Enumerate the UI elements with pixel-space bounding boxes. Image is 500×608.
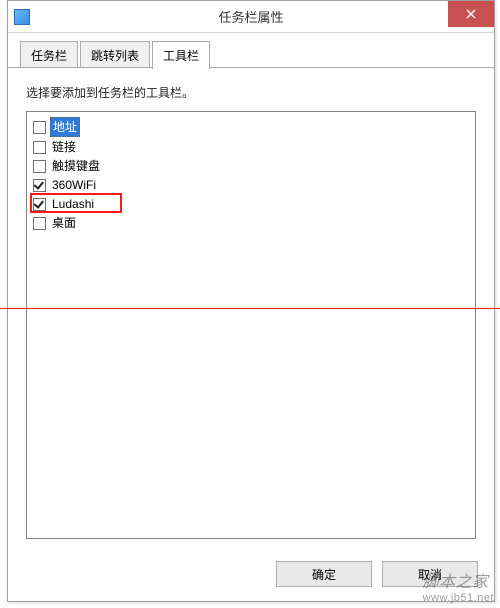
tab-jumplists[interactable]: 跳转列表 [80, 41, 150, 68]
toolbar-listbox[interactable]: 地址 链接 触摸键盘 360WiFi Ludashi [26, 111, 476, 539]
item-label[interactable]: 360WiFi [50, 176, 98, 194]
instruction-text: 选择要添加到任务栏的工具栏。 [26, 84, 476, 101]
tab-toolbars[interactable]: 工具栏 [152, 41, 210, 69]
window-title: 任务栏属性 [8, 7, 494, 26]
checkbox-touch-keyboard[interactable] [33, 160, 46, 173]
item-label[interactable]: Ludashi [50, 195, 96, 213]
close-icon [466, 9, 476, 19]
item-label[interactable]: 链接 [50, 138, 78, 156]
list-item: Ludashi [33, 195, 469, 213]
checkbox-ludashi[interactable] [33, 198, 46, 211]
list-item: 360WiFi [33, 176, 469, 194]
tabpage-toolbars: 选择要添加到任务栏的工具栏。 地址 链接 触摸键盘 360WiFi [8, 68, 494, 551]
item-label[interactable]: 触摸键盘 [50, 157, 102, 175]
list-item: 触摸键盘 [33, 157, 469, 175]
cancel-button[interactable]: 取消 [382, 561, 478, 587]
item-label[interactable]: 地址 [50, 117, 80, 137]
list-item: 桌面 [33, 214, 469, 232]
tab-strip: 任务栏 跳转列表 工具栏 [8, 33, 494, 68]
dialog-buttons: 确定 取消 [8, 551, 494, 601]
list-item: 链接 [33, 138, 469, 156]
checkbox-address[interactable] [33, 121, 46, 134]
ok-button[interactable]: 确定 [276, 561, 372, 587]
checkbox-links[interactable] [33, 141, 46, 154]
taskbar-properties-window: 任务栏属性 任务栏 跳转列表 工具栏 选择要添加到任务栏的工具栏。 地址 链接 [7, 0, 495, 602]
checkbox-360wifi[interactable] [33, 179, 46, 192]
checkbox-desktop[interactable] [33, 217, 46, 230]
app-icon [14, 9, 30, 25]
item-label[interactable]: 桌面 [50, 214, 78, 232]
close-button[interactable] [448, 1, 494, 27]
titlebar[interactable]: 任务栏属性 [8, 1, 494, 33]
list-item: 地址 [33, 117, 469, 137]
tab-taskbar[interactable]: 任务栏 [20, 41, 78, 68]
client-area: 任务栏 跳转列表 工具栏 选择要添加到任务栏的工具栏。 地址 链接 触摸键盘 [8, 33, 494, 601]
